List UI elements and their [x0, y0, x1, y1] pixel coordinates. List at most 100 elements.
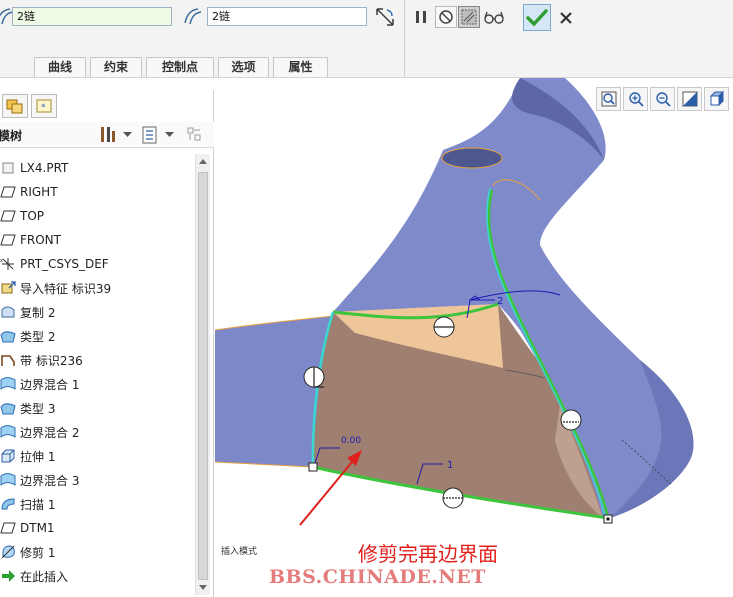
- tree-item[interactable]: 类型 2: [0, 324, 195, 348]
- boundary-blend-icon: [0, 376, 16, 392]
- cancel-button[interactable]: [555, 7, 577, 29]
- approximate-blend-button[interactable]: [374, 6, 396, 28]
- tree-item[interactable]: 导入特征 标识39: [0, 276, 195, 300]
- status-text: 插入模式: [221, 547, 258, 557]
- tree-item[interactable]: LX4.PRT: [0, 156, 195, 180]
- repaint-icon: [682, 91, 697, 107]
- surface-icon: [0, 328, 16, 344]
- tree-item[interactable]: 在此插入: [0, 564, 195, 588]
- graphics-window[interactable]: 2 1 0.00: [215, 78, 733, 597]
- model-tree-panel: * 型模树: [0, 90, 214, 597]
- scroll-up-arrow[interactable]: [199, 159, 207, 164]
- zoom-in-icon: [628, 92, 644, 107]
- view-toolbar: [596, 87, 733, 111]
- tree-item[interactable]: FRONT: [0, 228, 195, 252]
- zoom-out-button[interactable]: [650, 87, 675, 111]
- star-folder-icon: *: [36, 99, 52, 113]
- second-direction-icon: [184, 8, 202, 25]
- boundary-blend-dashboard: 2链 2链 曲线 约束 控制点 选项 属性: [0, 0, 733, 78]
- datum-plane-icon: [0, 232, 16, 248]
- checkmark-icon: [526, 8, 548, 27]
- model-geometry: 2 1 0.00: [215, 78, 694, 526]
- zoom-in-button[interactable]: [623, 87, 648, 111]
- tree-item[interactable]: 边界混合 1: [0, 372, 195, 396]
- repaint-button[interactable]: [677, 87, 702, 111]
- insert-here-arrow-icon: [0, 568, 16, 584]
- tree-item-label: PRT_CSYS_DEF: [20, 257, 109, 271]
- model-tree-tab[interactable]: [2, 94, 28, 118]
- tree-item[interactable]: x PRT_CSYS_DEF: [0, 252, 195, 276]
- tree-item[interactable]: 扫描 1: [0, 492, 195, 516]
- datum-plane-icon: [0, 208, 16, 224]
- second-direction-chain-field[interactable]: 2链: [207, 7, 367, 26]
- dashboard-tabs: 曲线 约束 控制点 选项 属性: [34, 57, 332, 77]
- first-direction-chain-field[interactable]: 2链: [12, 7, 172, 26]
- refit-button[interactable]: [596, 87, 621, 111]
- show-dropdown[interactable]: [141, 125, 174, 145]
- verify-preview-button[interactable]: [483, 6, 505, 28]
- corner-point-left[interactable]: [308, 462, 318, 472]
- curve-2-label: 2: [497, 296, 503, 307]
- tree-item-label: 拉伸 1: [20, 449, 56, 464]
- copy-icon: [0, 304, 16, 320]
- surface-icon: [0, 400, 16, 416]
- tube-opening: [441, 147, 503, 169]
- import-feature-icon: [0, 280, 16, 296]
- display-style-button[interactable]: [704, 87, 729, 111]
- tree-item-label: 边界混合 2: [20, 425, 80, 440]
- drag-handle-right[interactable]: [560, 409, 582, 431]
- curve-1-label: 1: [447, 460, 453, 471]
- tab-options[interactable]: 选项: [218, 57, 269, 77]
- refit-icon: [601, 91, 616, 107]
- tree-item[interactable]: DTM1: [0, 516, 195, 540]
- tab-control-points[interactable]: 控制点: [146, 57, 214, 77]
- tree-item-label: 带 标识236: [20, 353, 83, 368]
- tree-item-label: RIGHT: [20, 185, 58, 199]
- tree-item[interactable]: 修剪 1: [0, 540, 195, 564]
- no-preview-button[interactable]: [435, 6, 457, 28]
- tree-item[interactable]: RIGHT: [0, 180, 195, 204]
- tools-icon: [101, 127, 115, 142]
- tab-properties[interactable]: 属性: [273, 57, 328, 77]
- tree-item[interactable]: 类型 3: [0, 396, 195, 420]
- tree-item[interactable]: 边界混合 2: [0, 420, 195, 444]
- tab-constraints[interactable]: 约束: [90, 57, 142, 77]
- tree-item-label: 边界混合 1: [20, 377, 80, 392]
- layers-icon: [6, 99, 23, 114]
- scroll-thumb[interactable]: [198, 172, 208, 580]
- ok-button[interactable]: [523, 4, 551, 31]
- tree-scrollbar[interactable]: [195, 154, 210, 595]
- tree-item-label: 修剪 1: [20, 545, 56, 560]
- tree-item-label: 复制 2: [20, 305, 56, 320]
- tab-curves[interactable]: 曲线: [34, 57, 86, 77]
- tree-item[interactable]: 边界混合 3: [0, 468, 195, 492]
- folder-browser-tab[interactable]: *: [31, 94, 57, 118]
- scroll-down-arrow[interactable]: [199, 585, 207, 590]
- datum-plane-icon: [0, 184, 16, 200]
- tree-item-label: 在此插入: [20, 569, 69, 584]
- ribbon-icon: [0, 352, 16, 368]
- filter-grid-icon: [187, 127, 201, 141]
- tree-item-label: FRONT: [20, 233, 61, 247]
- pause-button[interactable]: [410, 6, 432, 28]
- close-icon: [560, 12, 572, 24]
- watermark: BBS.CHINADE.NET: [269, 566, 486, 588]
- list-icon: [142, 126, 157, 144]
- tree-item-label: 类型 2: [20, 329, 56, 344]
- extrude-icon: [0, 448, 16, 464]
- tree-item[interactable]: 复制 2: [0, 300, 195, 324]
- tree-item-label: DTM1: [20, 521, 55, 535]
- svg-text:*: *: [41, 103, 46, 113]
- settings-dropdown[interactable]: [98, 125, 132, 145]
- datum-plane-icon: [0, 520, 16, 536]
- static-preview-button[interactable]: [458, 6, 480, 28]
- tree-item[interactable]: 拉伸 1: [0, 444, 195, 468]
- tree-filter-button[interactable]: [186, 125, 204, 145]
- no-preview-icon: [439, 10, 453, 24]
- parameter-value-label: 0.00: [341, 436, 361, 446]
- tree-item[interactable]: TOP: [0, 204, 195, 228]
- tree-item[interactable]: 带 标识236: [0, 348, 195, 372]
- dashboard-separator: [404, 0, 405, 78]
- approximate-blend-icon: [376, 8, 394, 26]
- sweep-icon: [0, 496, 16, 512]
